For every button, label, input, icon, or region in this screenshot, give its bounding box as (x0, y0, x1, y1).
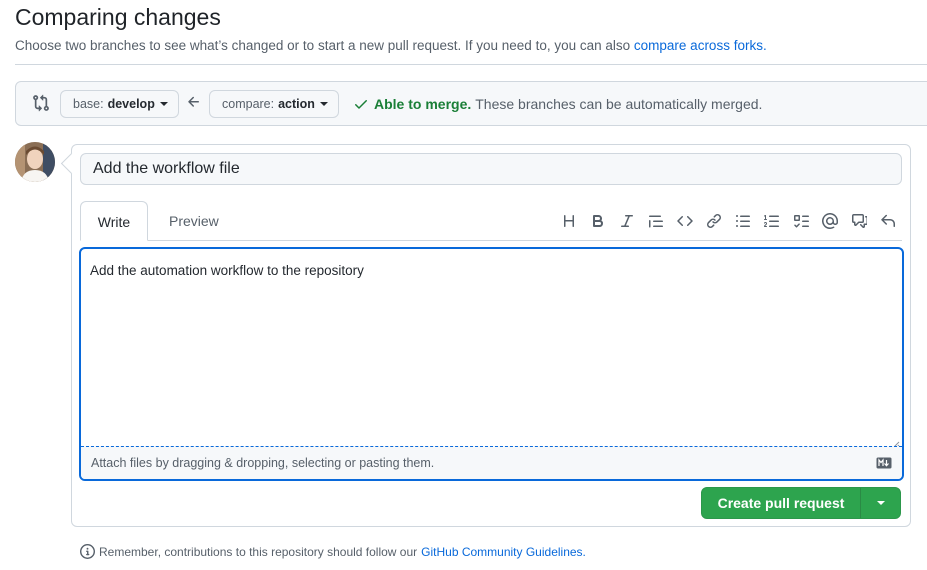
create-pr-dropdown-button[interactable] (861, 488, 900, 518)
mention-icon[interactable] (815, 211, 844, 231)
pr-body-textarea[interactable]: Add the automation workflow to the repos… (79, 247, 904, 481)
contribution-guidelines-note: Remember, contributions to this reposito… (80, 544, 586, 559)
header-divider (15, 64, 927, 65)
link-icon[interactable] (699, 211, 728, 231)
merge-status-text: These branches can be automatically merg… (475, 96, 763, 112)
chevron-down-icon (319, 102, 328, 106)
create-pull-request-button[interactable]: Create pull request (701, 487, 901, 519)
page-subtitle-text: Choose two branches to see what’s change… (15, 38, 631, 53)
avatar[interactable] (15, 142, 55, 182)
markdown-toolbar (554, 211, 902, 231)
reply-icon[interactable] (873, 211, 902, 231)
chevron-down-icon (876, 501, 885, 505)
merge-status: Able to merge. These branches can be aut… (353, 96, 762, 112)
page-title: Comparing changes (15, 4, 221, 30)
branch-range-bar: base: develop compare: action Able to me… (15, 81, 927, 126)
base-branch-prefix: base: (73, 97, 104, 111)
base-branch-select[interactable]: base: develop (60, 90, 179, 118)
attach-files-text: Attach files by dragging & dropping, sel… (91, 456, 435, 470)
community-guidelines-link[interactable]: GitHub Community Guidelines. (421, 545, 586, 559)
pull-request-form: Write Preview Add the automation workflo… (71, 144, 911, 527)
pr-title-input[interactable] (80, 153, 902, 185)
compare-forks-link[interactable]: compare across forks. (634, 38, 767, 53)
file-attach-area[interactable]: Attach files by dragging & dropping, sel… (81, 446, 902, 479)
quote-icon[interactable] (641, 211, 670, 231)
bold-icon[interactable] (583, 211, 612, 231)
base-branch-name: develop (107, 97, 155, 111)
tab-preview[interactable]: Preview (153, 201, 235, 241)
compare-branch-prefix: compare: (222, 97, 275, 111)
avatar-image (15, 142, 55, 182)
page-subtitle: Choose two branches to see what’s change… (15, 38, 767, 53)
cross-reference-icon[interactable] (844, 211, 873, 231)
task-list-icon[interactable] (786, 211, 815, 231)
guideline-text: Remember, contributions to this reposito… (99, 544, 418, 559)
compare-branch-select[interactable]: compare: action (209, 90, 339, 118)
italic-icon[interactable] (612, 211, 641, 231)
chevron-down-icon (159, 102, 168, 106)
markdown-icon[interactable] (876, 457, 892, 469)
ordered-list-icon[interactable] (757, 211, 786, 231)
git-compare-icon (33, 94, 49, 112)
pr-body-text: Add the automation workflow to the repos… (90, 263, 364, 278)
merge-status-bold: Able to merge. (374, 96, 472, 112)
create-pull-request-label[interactable]: Create pull request (702, 488, 861, 518)
arrow-left-icon (188, 96, 199, 107)
code-icon[interactable] (670, 211, 699, 231)
check-icon (355, 100, 367, 109)
unordered-list-icon[interactable] (728, 211, 757, 231)
editor-tabs: Write Preview (80, 201, 902, 241)
info-icon (80, 544, 95, 559)
heading-icon[interactable] (554, 211, 583, 231)
tab-write[interactable]: Write (80, 201, 148, 241)
compare-branch-name: action (278, 97, 315, 111)
